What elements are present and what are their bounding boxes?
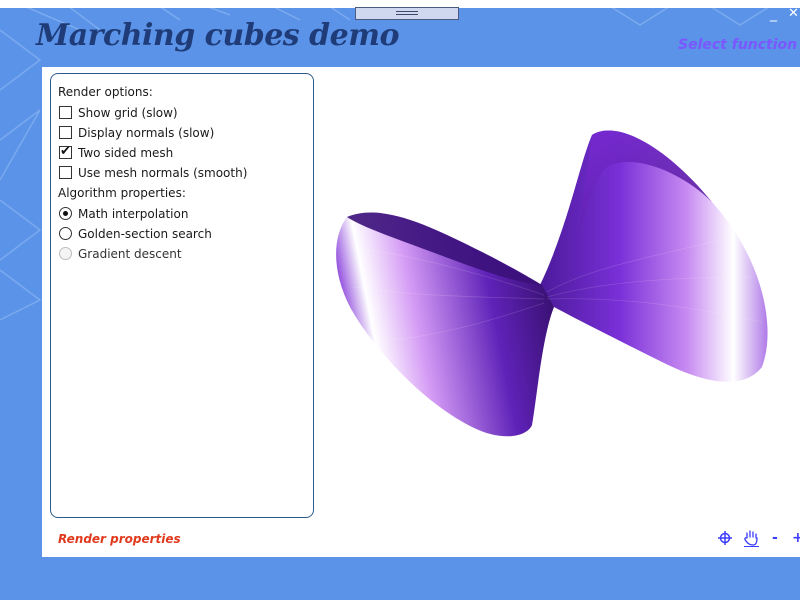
bottom-bar	[0, 557, 800, 600]
radio-circle[interactable]	[59, 207, 72, 220]
radio-circle[interactable]	[59, 227, 72, 240]
checkbox-box[interactable]	[59, 126, 72, 139]
algorithm-properties-title: Algorithm properties:	[58, 186, 186, 200]
crosshair-icon[interactable]	[718, 529, 732, 547]
zoom-in-button[interactable]: +	[792, 529, 800, 547]
checkbox-box[interactable]	[59, 166, 72, 179]
options-panel: Render options: Show grid (slow) Display…	[50, 73, 314, 518]
checkbox-box[interactable]	[59, 106, 72, 119]
hand-icon[interactable]	[742, 529, 760, 547]
minimize-button[interactable]: _	[770, 6, 780, 22]
show-grid-label: Show grid (slow)	[78, 106, 178, 120]
render-options-title: Render options:	[58, 85, 153, 99]
render-viewport[interactable]	[332, 107, 800, 527]
checkbox-box[interactable]: ✔	[59, 144, 72, 159]
main-area: Render options: Show grid (slow) Display…	[42, 67, 800, 557]
select-function-link[interactable]: Select function	[678, 37, 797, 53]
two-sided-mesh-label: Two sided mesh	[78, 146, 174, 160]
gradient-descent-label: Gradient descent	[78, 247, 182, 261]
mesh-normals-label: Use mesh normals (smooth)	[78, 166, 248, 180]
radio-circle	[59, 247, 72, 260]
golden-section-label: Golden-section search	[78, 227, 212, 241]
radio-dot	[63, 211, 68, 216]
app-title: Marching cubes demo	[36, 18, 399, 53]
check-icon: ✔	[60, 144, 71, 159]
grip-line	[396, 14, 418, 15]
zoom-out-button[interactable]: -	[772, 529, 782, 547]
grip-line	[396, 11, 418, 12]
display-normals-label: Display normals (slow)	[78, 126, 215, 140]
close-button[interactable]: ✕	[788, 6, 800, 22]
render-properties-link[interactable]: Render properties	[58, 532, 181, 546]
math-interpolation-label: Math interpolation	[78, 207, 189, 221]
